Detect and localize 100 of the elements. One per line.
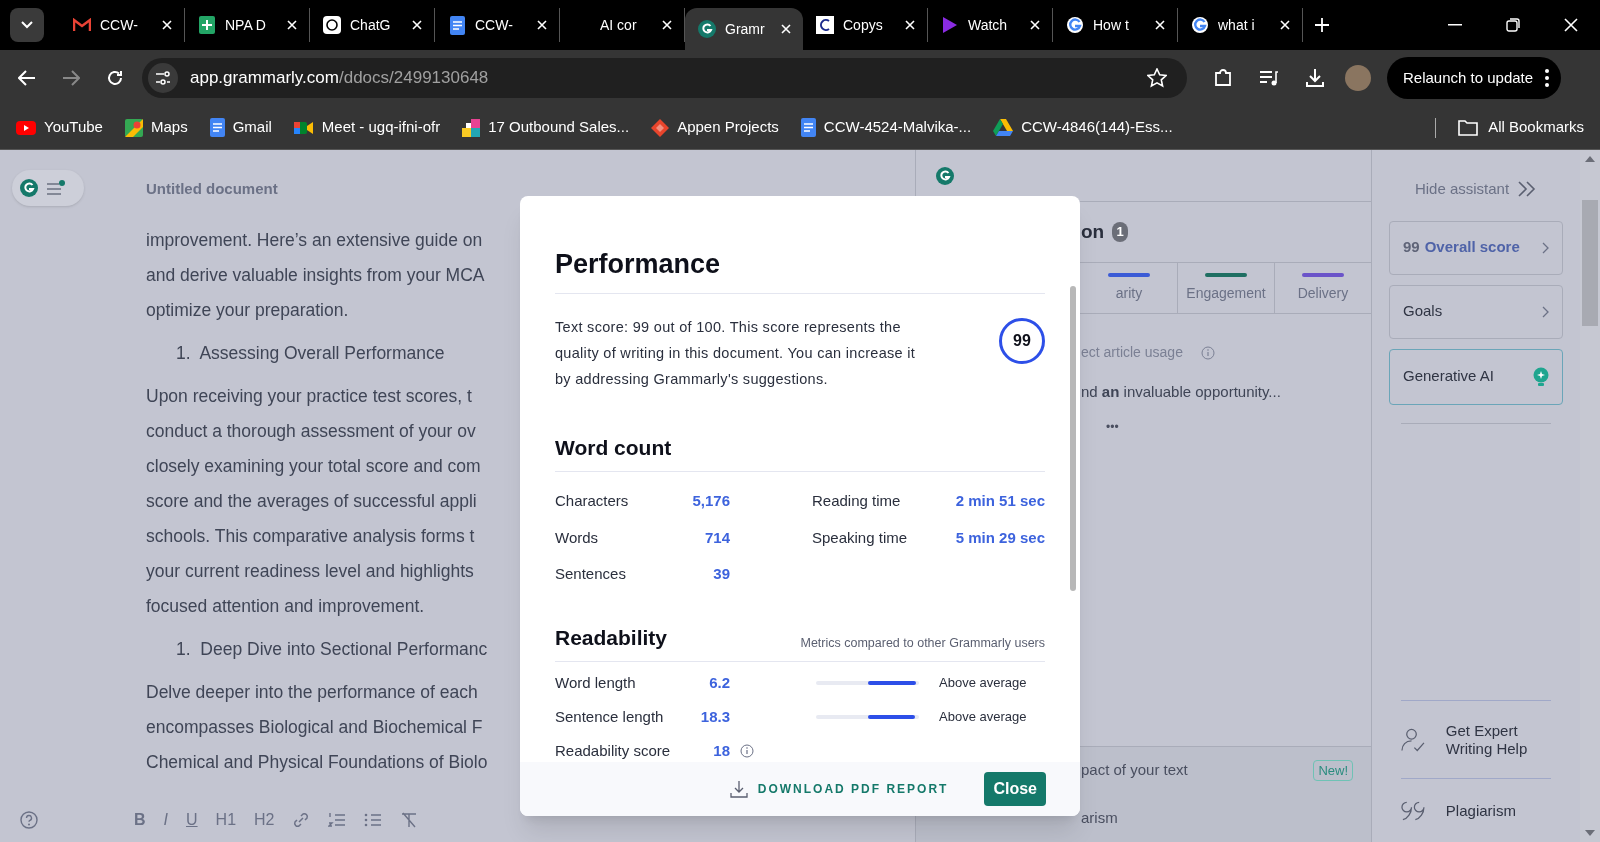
g-logo-icon [20, 179, 38, 197]
sidebar-link[interactable]: Get Expert Writing Help [1445, 721, 1551, 758]
bookmark[interactable]: Appen Projects [651, 116, 779, 139]
tab-title: CCW- [475, 15, 514, 35]
rating-text: Above average [939, 708, 1027, 727]
scroll-down-icon[interactable] [1585, 830, 1595, 836]
bookmark[interactable]: Gmail [209, 116, 272, 139]
media-list-icon[interactable] [1259, 69, 1279, 87]
minimize-icon[interactable] [1448, 24, 1462, 26]
bookmark[interactable]: CCW-4524-Malvika-... [800, 116, 972, 139]
browser-tab[interactable]: CCW- [60, 8, 185, 42]
close-icon[interactable] [412, 20, 422, 30]
close-icon[interactable] [537, 20, 547, 30]
chevron-right-icon [1542, 241, 1549, 254]
bookmark[interactable]: YouTube [16, 116, 103, 139]
restore-icon[interactable] [1506, 18, 1520, 32]
bookmark[interactable]: 17 Outbound Sales... [462, 116, 630, 139]
reload-icon[interactable] [106, 69, 124, 87]
clear-format-icon[interactable] [400, 812, 419, 828]
more-button[interactable]: ••• [1106, 417, 1119, 436]
bookmark[interactable]: Meet - ugq-ifni-ofr [293, 116, 441, 139]
stat-label: Readability score [555, 740, 672, 761]
download-icon[interactable] [1305, 68, 1325, 88]
help-icon[interactable] [20, 811, 38, 829]
score-number: 99 [1403, 237, 1420, 258]
tab-title: AI cor [600, 15, 638, 35]
bullet-list-icon[interactable] [364, 812, 383, 828]
quote-icon [1401, 799, 1426, 822]
stat-value: 2 min 51 sec [955, 491, 1045, 511]
sidebar-card[interactable]: Generative AI [1389, 348, 1563, 405]
close-icon[interactable] [1030, 20, 1040, 30]
star-icon[interactable] [1147, 68, 1167, 88]
stat-value: 18.3 [699, 706, 730, 727]
tab-search-button[interactable] [10, 8, 44, 42]
close-icon[interactable] [162, 20, 172, 30]
diamond-icon [651, 118, 670, 137]
close-icon[interactable] [662, 20, 672, 30]
chevron-right-icon [1542, 305, 1549, 318]
avatar[interactable] [1345, 65, 1371, 91]
g-logo-icon [936, 166, 954, 185]
browser-tab[interactable]: Copys [803, 8, 928, 42]
scroll-up-icon[interactable] [1585, 156, 1595, 162]
sidebar-link[interactable]: Plagiarism [1445, 801, 1551, 820]
grammarly-menu-button[interactable] [12, 170, 84, 206]
footer-item[interactable]: arism [1081, 806, 1118, 830]
folder-icon [1458, 119, 1479, 136]
stat-label: Sentences [555, 564, 626, 584]
more-vertical-icon [1545, 69, 1550, 87]
sidebar-card[interactable]: Goals [1389, 284, 1563, 339]
back-arrow-icon[interactable] [18, 70, 36, 86]
footer-item[interactable]: pact of your text [1081, 759, 1188, 782]
google-icon [1066, 16, 1084, 34]
bookmark[interactable]: Maps [124, 116, 188, 139]
link-icon[interactable] [292, 811, 311, 829]
download-report-button[interactable]: DOWNLOAD PDF REPORT [729, 780, 949, 798]
map-pin-icon [124, 118, 143, 137]
close-icon[interactable] [1564, 18, 1578, 32]
all-bookmarks[interactable]: All Bookmarks [1458, 116, 1584, 139]
spreadsheet-icon [199, 16, 215, 34]
site-settings-icon[interactable] [155, 71, 171, 85]
paragraph: improvement. Here’s an extensive guide on and derive valuable insights from your MCA optimize your preparation. [146, 228, 486, 322]
browser-tab[interactable]: NPA D [185, 8, 310, 42]
stat-label: Characters [555, 491, 629, 511]
play-icon [942, 16, 958, 34]
close-icon[interactable] [1280, 20, 1290, 30]
stat-value: 6.2 [708, 672, 730, 693]
play-icon [16, 120, 36, 135]
rating-text: Above average [939, 674, 1027, 693]
section-title: Readability [555, 624, 668, 651]
count-badge: 1 [1112, 222, 1129, 242]
close-icon[interactable] [781, 24, 791, 34]
browser-tab[interactable]: what i [1178, 8, 1303, 42]
mail-icon [73, 18, 91, 32]
browser-tab[interactable]: How t [1053, 8, 1178, 42]
browser-tab[interactable]: ChatG [310, 8, 435, 42]
close-icon[interactable] [1155, 20, 1165, 30]
forward-arrow-icon[interactable] [62, 70, 80, 86]
tab-title: How t [1093, 15, 1130, 35]
browser-tab[interactable]: CCW- [435, 8, 560, 42]
card-label: Overall score [1424, 237, 1520, 258]
tab-title: Watch [968, 15, 1009, 35]
dialog-scrollbar[interactable] [1070, 286, 1076, 591]
stat-label: Words [555, 527, 599, 548]
stat-value: 714 [704, 527, 730, 548]
camera-icon [293, 119, 314, 136]
download-icon [729, 780, 748, 798]
bookmark[interactable]: CCW-4846(144)-Ess... [993, 116, 1173, 139]
score-ring: 99 [999, 317, 1045, 364]
close-icon[interactable] [905, 20, 915, 30]
info-icon[interactable] [740, 744, 754, 758]
close-button[interactable]: Close [984, 772, 1046, 806]
double-chevron-icon [1517, 181, 1538, 198]
scrollbar-thumb[interactable] [1582, 200, 1598, 326]
relaunch-button[interactable]: Relaunch to update [1387, 57, 1562, 99]
browser-tab[interactable]: Gramr [685, 8, 803, 50]
address-bar[interactable]: app.grammarly.com/ddocs/2499130648 [142, 58, 1187, 98]
dialog-title: Performance [555, 244, 1045, 294]
close-icon[interactable] [287, 20, 297, 30]
browser-tab[interactable]: Watch [928, 8, 1053, 42]
plus-icon[interactable] [1315, 18, 1329, 32]
